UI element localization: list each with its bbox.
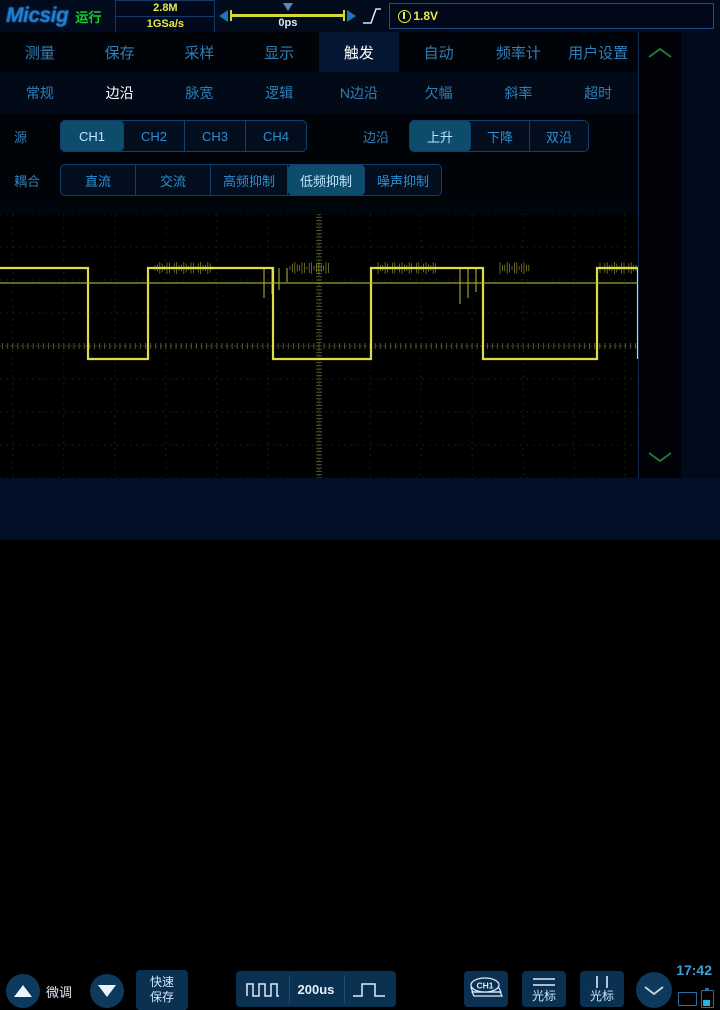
side-scroll-up-button[interactable] (639, 40, 681, 66)
acquisition-info[interactable]: 2.8M 1GSa/s (115, 0, 216, 33)
quick-save-line2: 保存 (149, 990, 174, 1004)
menu-item-frequency-counter[interactable]: 频率计 (479, 32, 559, 72)
screen-icon (678, 992, 697, 1006)
coupling-label: 耦合 (14, 173, 41, 189)
horizontal-position-value: 0ps (278, 17, 298, 29)
waveform-trace (0, 262, 638, 361)
menu-item-save[interactable]: 保存 (80, 32, 160, 72)
system-clock: 17:42 (676, 962, 712, 978)
pan-left-icon[interactable] (219, 10, 229, 22)
source-option-ch4[interactable]: CH4 (246, 121, 306, 151)
channel-select-button[interactable]: CH1 (464, 971, 508, 1007)
fine-up-button[interactable] (6, 974, 40, 1008)
source-segmented-control: CH1 CH2 CH3 CH4 (60, 120, 307, 152)
trigger-type-normal[interactable]: 常规 (0, 72, 80, 114)
triangle-down-icon (98, 985, 116, 997)
horizontal-cursor-button[interactable]: 光标 (522, 971, 566, 1007)
coupling-option-hf-reject[interactable]: 高频抑制 (211, 165, 288, 195)
fine-adjust-label: 微调 (46, 985, 73, 1000)
channel-one-icon (398, 9, 412, 23)
trigger-level-readout: 1.8V (398, 9, 438, 23)
memory-depth-value: 2.8M (116, 1, 215, 17)
menu-item-trigger[interactable]: 触发 (319, 32, 399, 72)
trigger-type-runt[interactable]: 欠幅 (399, 72, 479, 114)
chevron-down-icon (648, 452, 672, 463)
run-state-label: 运行 (75, 10, 102, 25)
vertical-cursor-icon (596, 975, 608, 988)
trigger-type-timeout[interactable]: 超时 (558, 72, 638, 114)
menu-item-user-settings[interactable]: 用户设置 (558, 32, 638, 72)
triangle-up-icon (14, 985, 32, 997)
horizontal-cursor-label: 光标 (531, 988, 556, 1003)
vertical-cursor-button[interactable]: 光标 (580, 971, 624, 1007)
trigger-type-slope[interactable]: 斜率 (479, 72, 559, 114)
side-scroll-panel (638, 32, 682, 478)
source-option-ch3[interactable]: CH3 (185, 121, 246, 151)
chevron-down-icon (644, 986, 664, 996)
coupling-row: 耦合 直流 交流 高频抑制 低频抑制 噪声抑制 (0, 158, 638, 202)
position-marker-icon (282, 3, 293, 11)
trigger-type-edge[interactable]: 边沿 (80, 72, 160, 114)
side-scroll-down-button[interactable] (639, 444, 681, 470)
menu-item-measure[interactable]: 测量 (0, 32, 80, 72)
coupling-option-lf-reject[interactable]: 低频抑制 (288, 165, 365, 195)
trigger-type-logic[interactable]: 逻辑 (239, 72, 319, 114)
quick-save-button[interactable]: 快速 保存 (136, 970, 188, 1010)
trigger-menu-panel: 测量 保存 采样 显示 触发 自动 频率计 用户设置 常规 边沿 脉宽 逻辑 N… (0, 32, 638, 204)
coupling-option-dc[interactable]: 直流 (61, 165, 136, 195)
bottom-toolbar: 微调 快速 保存 200us CH1 光标 光标 17:42 (0, 478, 720, 1010)
source-label: 源 (14, 129, 28, 145)
timebase-value[interactable]: 200us (289, 971, 342, 1007)
trigger-type-nth-edge[interactable]: N边沿 (319, 72, 399, 114)
edge-option-rising[interactable]: 上升 (410, 121, 471, 151)
channel-button-text: CH1 (476, 981, 493, 991)
channel-stack-icon: CH1 (470, 977, 503, 997)
menu-item-display[interactable]: 显示 (239, 32, 319, 72)
menu-item-acquire[interactable]: 采样 (160, 32, 240, 72)
edge-segmented-control: 上升 下降 双沿 (409, 120, 589, 152)
pan-right-icon[interactable] (347, 10, 357, 22)
brand-name: Micsig (6, 4, 69, 27)
rising-edge-icon[interactable] (361, 6, 383, 26)
brand-logo: Micsig 运行 (6, 4, 101, 28)
top-status-bar: Micsig 运行 2.8M 1GSa/s 0ps 1.8V (0, 0, 720, 33)
timebase-divider-right (344, 975, 345, 1003)
sample-rate-value: 1GSa/s (146, 17, 185, 30)
trigger-level-value: 1.8V (413, 9, 439, 23)
timebase-control-group: 200us (236, 971, 396, 1007)
horizontal-cursor-icon (533, 977, 555, 986)
source-option-ch2[interactable]: CH2 (124, 121, 185, 151)
edge-label: 边沿 (363, 129, 390, 145)
timebase-divider-left (289, 975, 290, 1003)
coupling-option-ac[interactable]: 交流 (136, 165, 211, 195)
waveform-display[interactable]: 1 1.8V 频率:1.000kHz (0, 214, 638, 478)
battery-icon (701, 988, 714, 1008)
menu-toggle-button[interactable] (636, 972, 672, 1008)
coupling-segmented-control: 直流 交流 高频抑制 低频抑制 噪声抑制 (60, 164, 442, 196)
main-menu-row: 测量 保存 采样 显示 触发 自动 频率计 用户设置 (0, 32, 638, 72)
quick-save-line1: 快速 (149, 975, 174, 989)
system-tray (678, 988, 714, 1008)
coupling-option-noise-reject[interactable]: 噪声抑制 (365, 165, 441, 195)
timebase-zoom-out-button[interactable] (236, 971, 289, 1007)
right-edge-filler (681, 32, 720, 478)
chevron-up-icon (648, 47, 672, 58)
edge-option-either[interactable]: 双沿 (530, 121, 588, 151)
source-option-ch1[interactable]: CH1 (61, 121, 124, 151)
trigger-type-pulse-width[interactable]: 脉宽 (160, 72, 240, 114)
timebase-zoom-in-button[interactable] (343, 971, 396, 1007)
single-pulse-icon (353, 983, 386, 997)
fine-down-button[interactable] (90, 974, 124, 1008)
menu-item-auto[interactable]: 自动 (399, 32, 479, 72)
multi-pulse-icon (245, 983, 279, 997)
edge-option-falling[interactable]: 下降 (471, 121, 530, 151)
trigger-type-row: 常规 边沿 脉宽 逻辑 N边沿 欠幅 斜率 超时 (0, 72, 638, 114)
horizontal-position-bar[interactable]: 0ps (230, 2, 346, 30)
source-edge-row: 源 CH1 CH2 CH3 CH4 边沿 上升 下降 双沿 (0, 114, 638, 158)
oscilloscope-screen: Micsig 运行 2.8M 1GSa/s 0ps 1.8V 测量 保存 采样 … (0, 0, 720, 1010)
trigger-level-box[interactable]: 1.8V (389, 3, 714, 29)
vertical-cursor-label: 光标 (589, 988, 614, 1003)
